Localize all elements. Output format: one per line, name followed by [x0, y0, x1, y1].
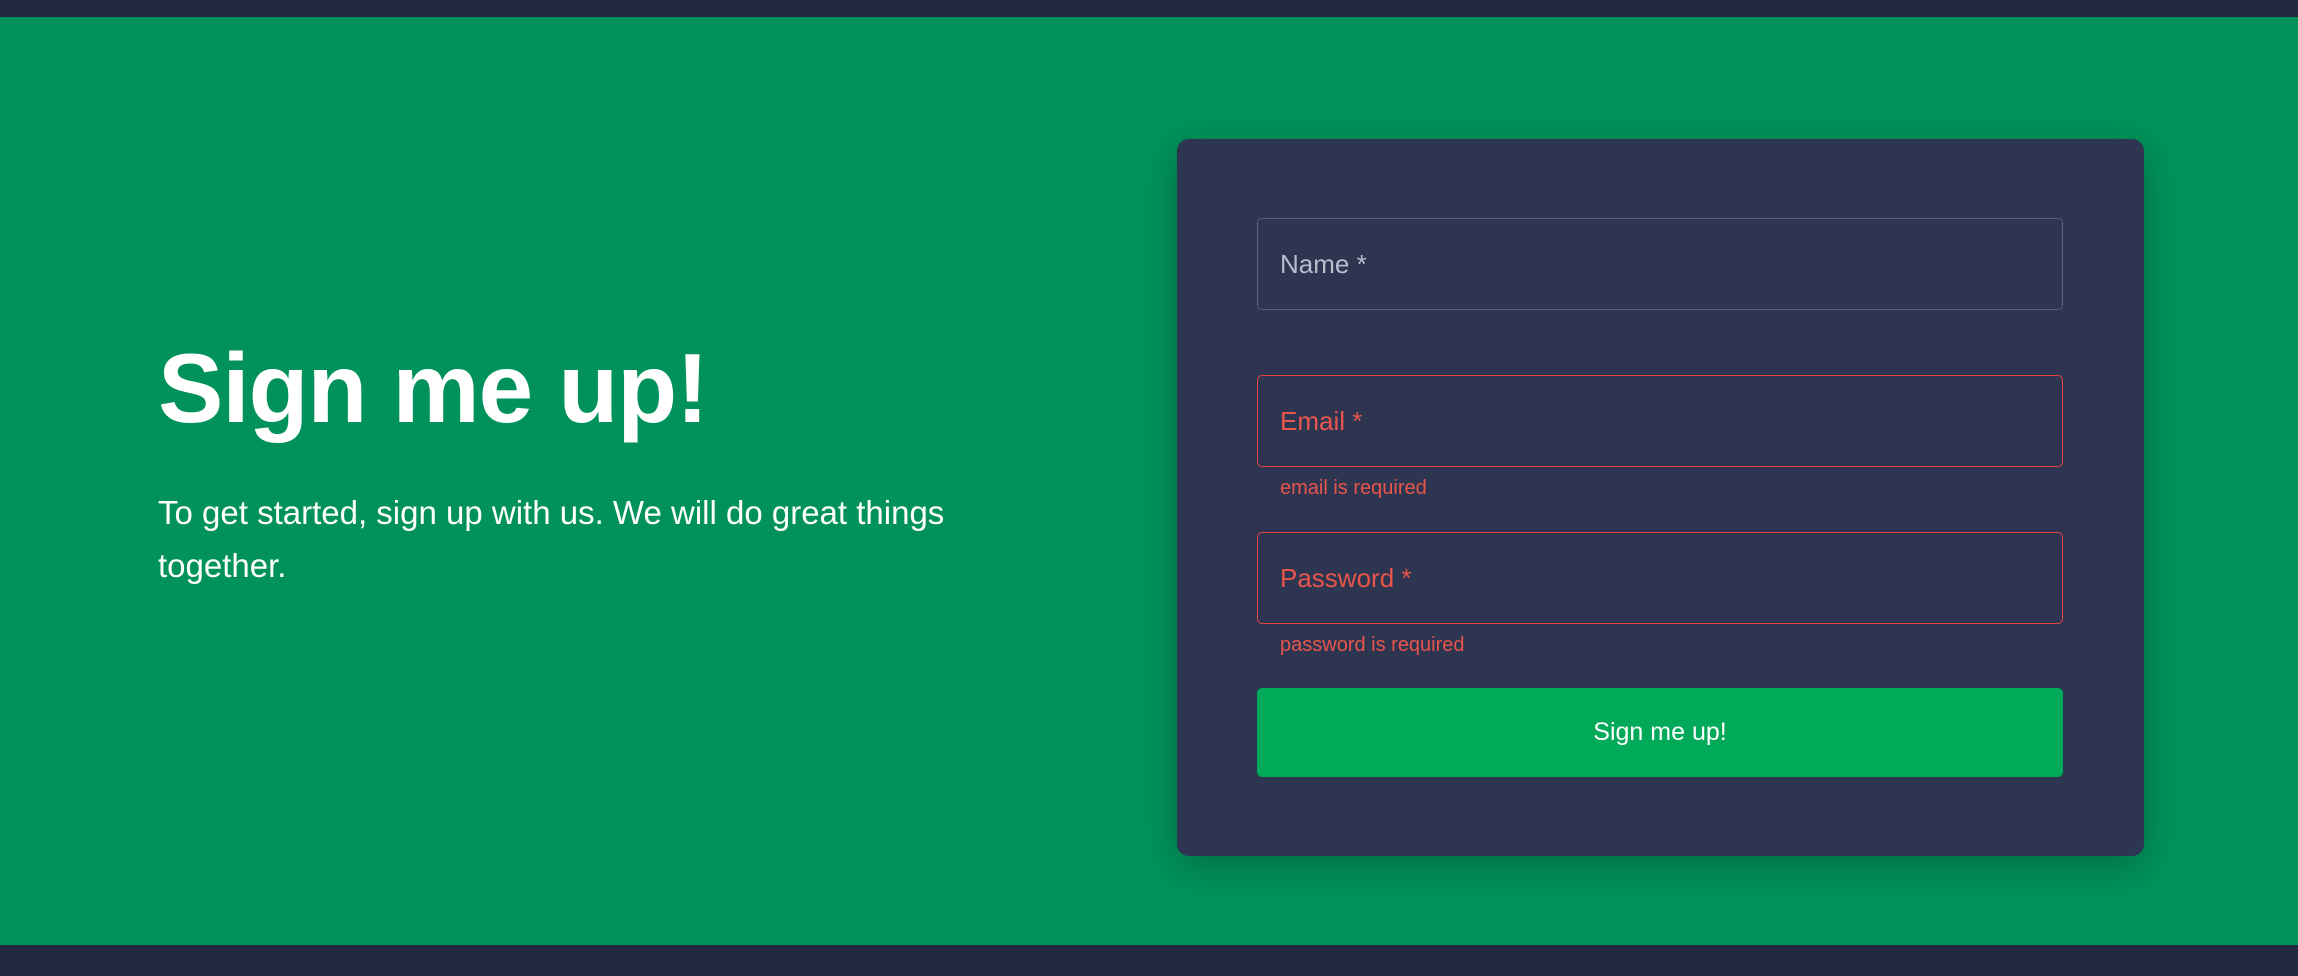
signup-form: Name * Email * email is required Passwor…: [1177, 139, 2144, 856]
top-bar: [0, 0, 2298, 17]
password-error-message: password is required: [1280, 634, 1465, 656]
bottom-bar: [0, 945, 2298, 976]
hero-subtitle: To get started, sign up with us. We will…: [158, 493, 945, 584]
email-field: Email * email is required: [1257, 375, 2063, 500]
email-input[interactable]: Email *: [1257, 375, 2063, 467]
password-input[interactable]: Password *: [1257, 532, 2063, 624]
email-error-message: email is required: [1280, 477, 1427, 499]
hero-section: Sign me up! To get started, sign up with…: [0, 17, 2298, 945]
password-field: Password * password is required: [1257, 532, 2063, 657]
name-field: Name *: [1257, 218, 2063, 310]
sign-up-button[interactable]: Sign me up!: [1257, 688, 2063, 777]
hero-text: Sign me up! To get started, sign up with…: [158, 333, 1058, 592]
hero-title: Sign me up!: [158, 333, 709, 443]
name-input[interactable]: Name *: [1257, 218, 2063, 310]
